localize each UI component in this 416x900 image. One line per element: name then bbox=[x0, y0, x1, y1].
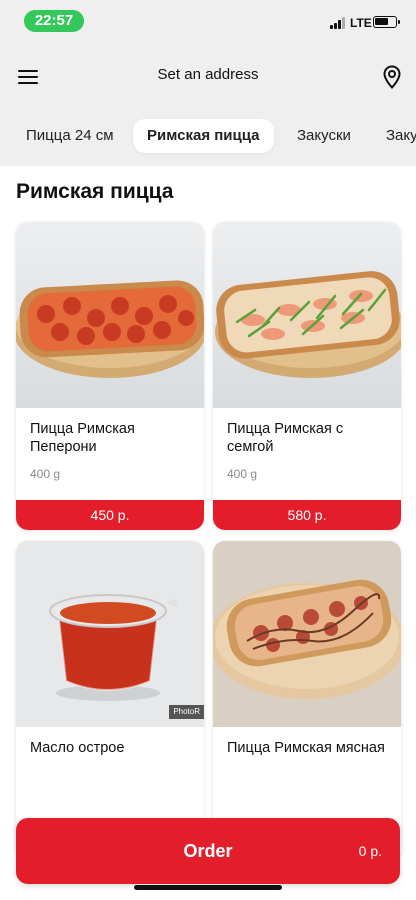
photo-watermark: PhotoR bbox=[169, 705, 204, 719]
order-label: Order bbox=[183, 841, 233, 861]
price-button[interactable]: 580 р. bbox=[213, 500, 401, 530]
product-image bbox=[213, 222, 401, 408]
price-button[interactable]: 450 р. bbox=[16, 500, 204, 530]
signal-icon bbox=[330, 17, 348, 29]
menu-icon[interactable] bbox=[18, 68, 40, 86]
product-card-hot-oil[interactable]: PhotoR Масло острое bbox=[16, 541, 204, 861]
product-weight: 400 g bbox=[227, 467, 258, 481]
product-name: Пицца Римская с семгой bbox=[227, 421, 344, 455]
tab-roman-pizza[interactable]: Римская пицца bbox=[133, 119, 274, 153]
category-tabs: Пицца 24 см Римская пицца Закуски Заку bbox=[0, 116, 416, 156]
tab-snacks-2[interactable]: Заку bbox=[372, 119, 416, 153]
status-bar: 22:57 LTE bbox=[0, 0, 416, 44]
product-name: Пицца Римская Пеперони bbox=[30, 421, 135, 455]
address-button[interactable]: Set an address bbox=[108, 66, 308, 83]
product-card-salmon[interactable]: Пицца Римская с семгой 400 g 580 р. bbox=[213, 222, 401, 530]
product-image: PhotoR bbox=[16, 541, 204, 727]
product-card-meat[interactable]: Пицца Римская мясная bbox=[213, 541, 401, 861]
tab-pizza-24[interactable]: Пицца 24 см bbox=[12, 119, 128, 153]
menu-content: Римская пицца Пицца Римская Пеперони 400… bbox=[0, 166, 416, 900]
section-title: Римская пицца bbox=[16, 180, 174, 203]
product-image bbox=[213, 541, 401, 727]
network-label: LTE bbox=[350, 16, 372, 30]
order-button[interactable]: Order 0 р. bbox=[16, 818, 400, 884]
tab-snacks[interactable]: Закуски bbox=[283, 119, 365, 153]
top-bar: Set an address bbox=[0, 52, 416, 102]
product-name: Масло острое bbox=[30, 740, 125, 756]
status-time: 22:57 bbox=[24, 10, 84, 32]
product-name: Пицца Римская мясная bbox=[227, 740, 385, 756]
home-indicator bbox=[134, 885, 282, 890]
map-pin-icon[interactable] bbox=[382, 65, 402, 89]
product-image bbox=[16, 222, 204, 408]
product-weight: 400 g bbox=[30, 467, 61, 481]
product-card-pepperoni[interactable]: Пицца Римская Пеперони 400 g 450 р. bbox=[16, 222, 204, 530]
battery-icon bbox=[373, 16, 400, 28]
order-total: 0 р. bbox=[358, 843, 382, 859]
